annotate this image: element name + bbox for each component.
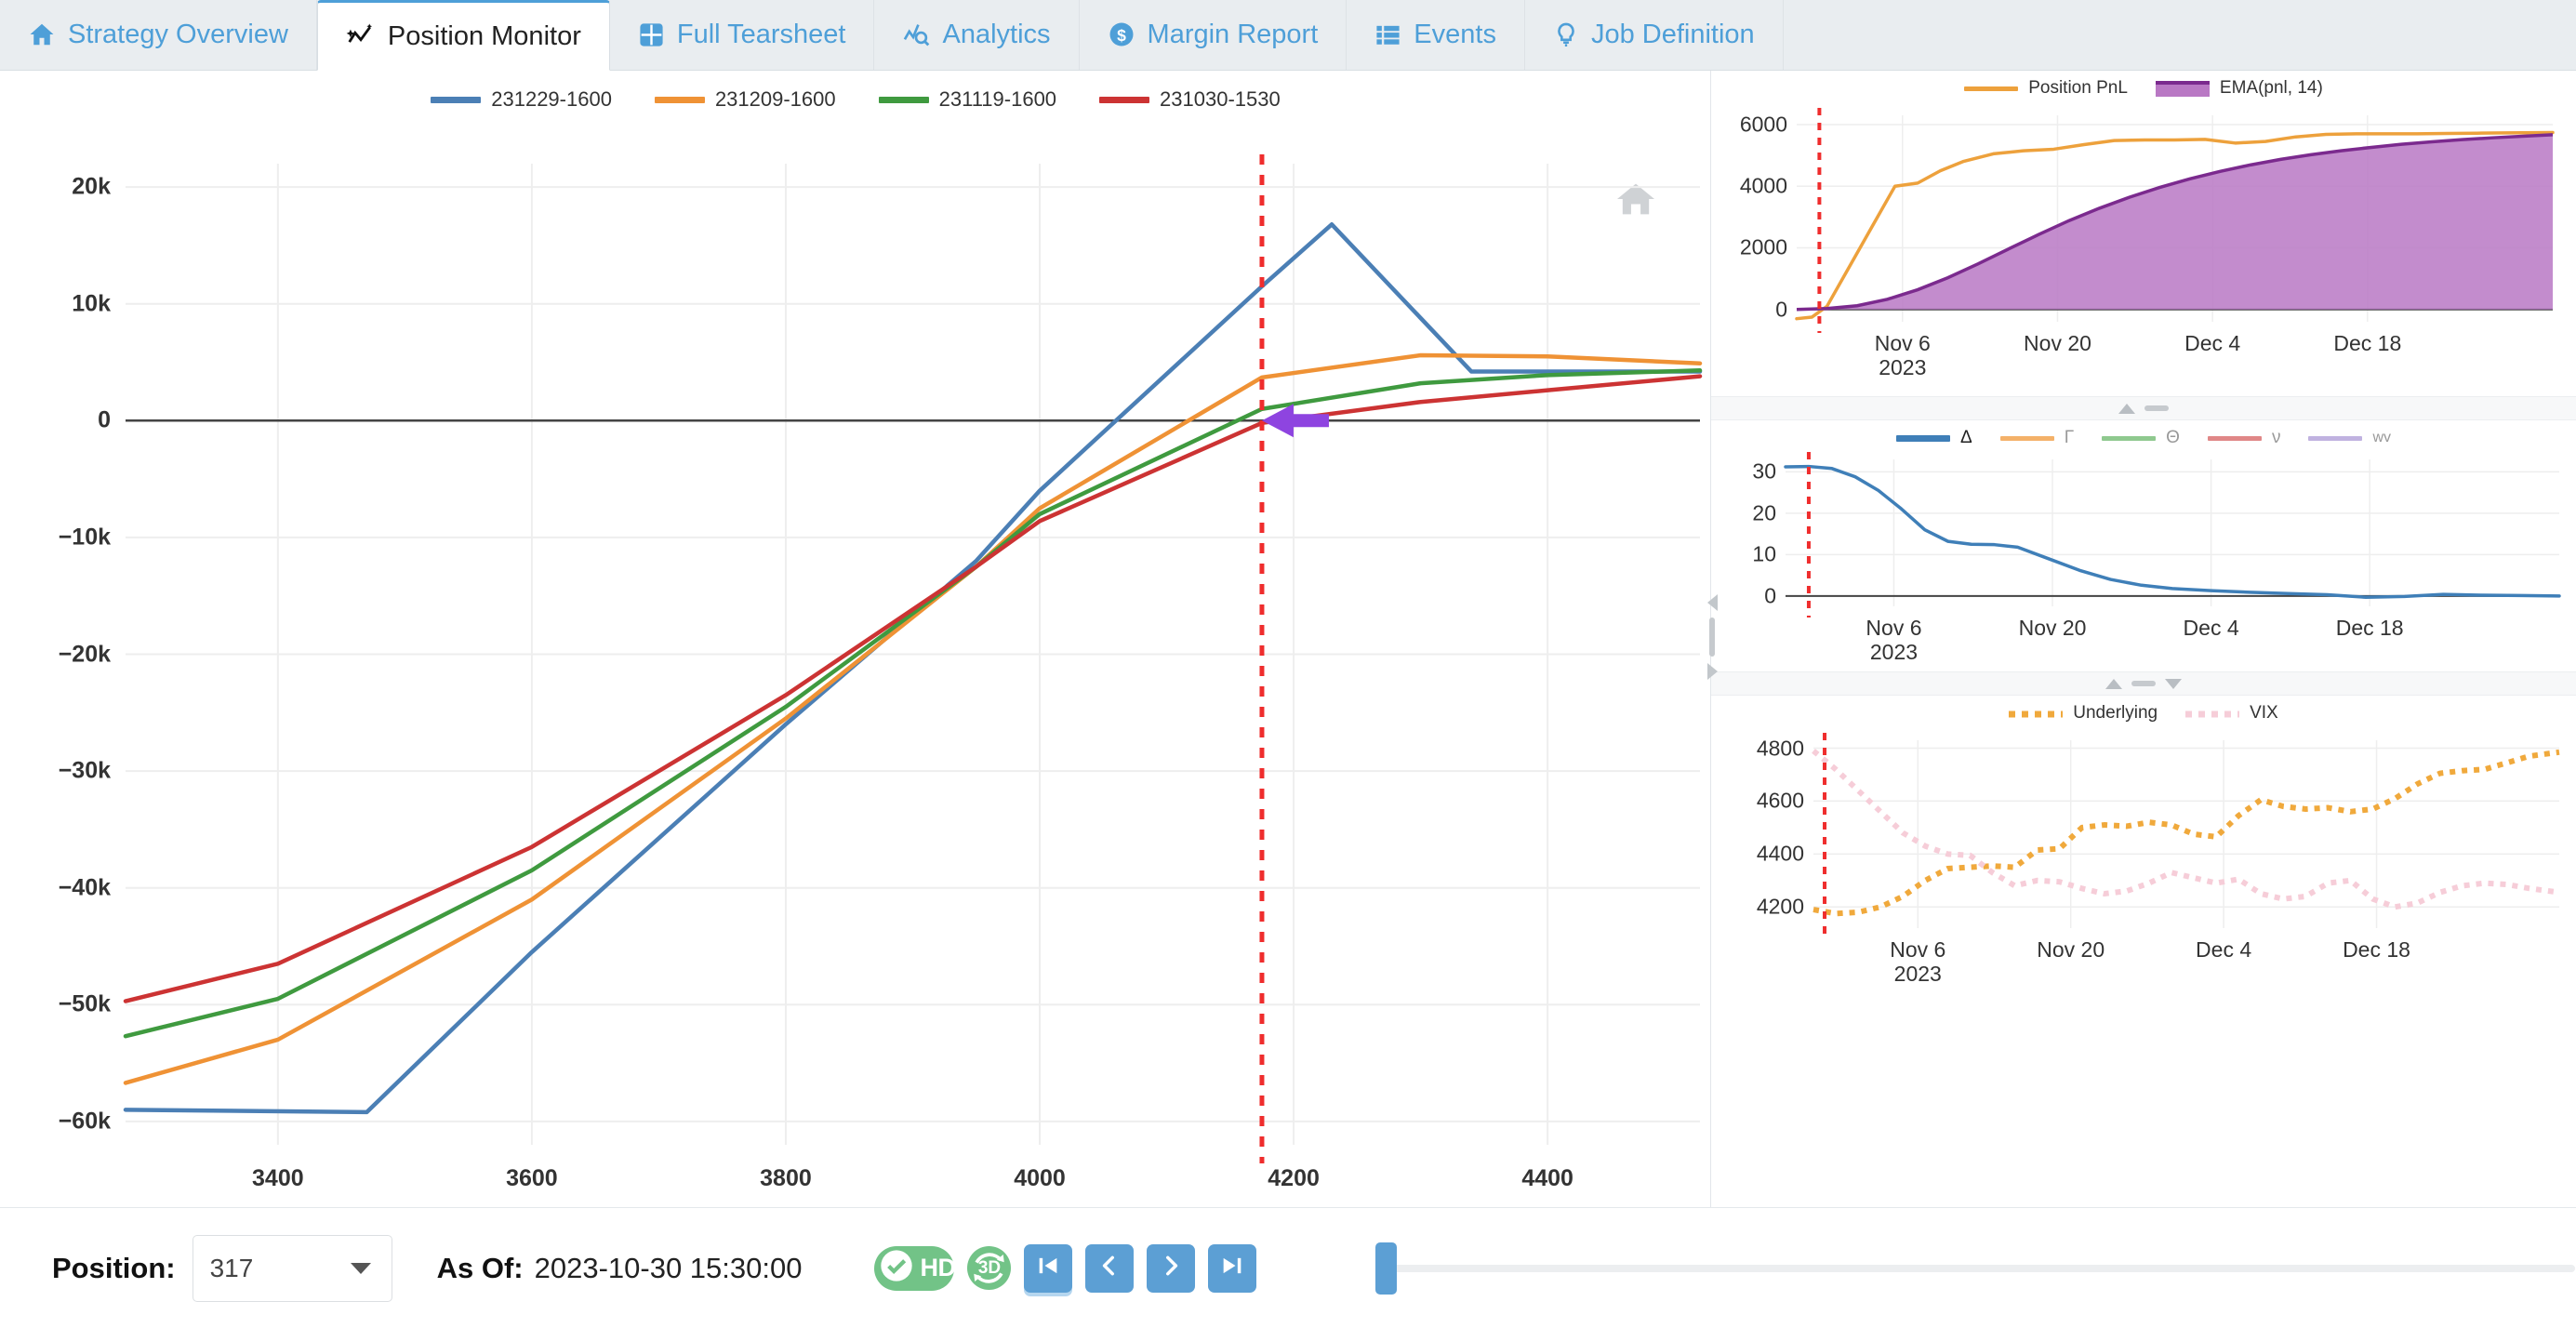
tab-label: Position Monitor	[387, 20, 581, 51]
market-plot-svg[interactable]	[1711, 696, 2576, 1012]
tab-job-definition[interactable]: Job Definition	[1525, 0, 1784, 70]
asof-label: As Of:	[436, 1251, 524, 1284]
column-splitter[interactable]	[1700, 577, 1724, 697]
position-select[interactable]: 317	[192, 1234, 392, 1302]
greeks-plot-svg[interactable]	[1711, 420, 2576, 671]
timeline-slider[interactable]	[1375, 1242, 2576, 1295]
asof-value: 2023-10-30 15:30:00	[534, 1251, 803, 1284]
tab-label: Margin Report	[1147, 19, 1319, 49]
tab-label: Events	[1414, 19, 1496, 49]
position-label: Position:	[52, 1251, 176, 1284]
position-value: 317	[209, 1253, 254, 1282]
analytics-magnify-icon	[902, 21, 930, 48]
pnl-plot-svg[interactable]	[1711, 71, 2576, 396]
lightbulb-icon	[1553, 20, 1579, 48]
step-forward-button[interactable]	[1147, 1243, 1196, 1293]
timeline-slider-handle[interactable]	[1375, 1242, 1398, 1295]
trend-sparkle-icon	[346, 22, 376, 50]
tab-strategy-overview[interactable]: Strategy Overview	[0, 0, 317, 70]
chevron-up-icon	[2105, 678, 2122, 689]
tab-label: Job Definition	[1590, 19, 1755, 49]
tab-events[interactable]: Events	[1347, 0, 1525, 70]
skip-to-start-icon	[1035, 1253, 1061, 1283]
skip-to-end-icon	[1219, 1253, 1245, 1283]
drag-handle-icon	[2131, 681, 2156, 686]
greeks-chart-panel: Δ Γ Θ ν wv 0 10 20 30 Nov 6 2023 Nov 20 Dec 4D…	[1711, 420, 2576, 671]
drag-handle-icon	[1709, 618, 1715, 657]
playback-toolbar: Position: 317 As Of: 2023-10-30 15:30:00…	[0, 1207, 2576, 1328]
drag-handle-icon	[2144, 405, 2169, 411]
payoff-plot-svg[interactable]	[0, 71, 1711, 1207]
dollar-circle-icon: $	[1108, 20, 1135, 48]
side-charts-column: Position PnL EMA(pnl, 14) 0 2000 4000 6000 …	[1711, 71, 2576, 1207]
step-back-button[interactable]	[1085, 1243, 1135, 1293]
payoff-chart-panel: 231229-1600 231209-1600 231119-1600 2310…	[0, 71, 1711, 1207]
tab-label: Analytics	[942, 19, 1051, 49]
step-forward-icon	[1159, 1254, 1183, 1282]
grid-icon	[638, 21, 665, 48]
chevron-down-icon	[350, 1262, 371, 1274]
chevron-down-icon	[2165, 678, 2182, 689]
pnl-greeks-splitter[interactable]	[1711, 396, 2576, 420]
rotate-3d-button[interactable]: 3D	[967, 1246, 1012, 1290]
tab-label: Full Tearsheet	[676, 19, 846, 49]
threed-label: 3D	[977, 1257, 1002, 1278]
tab-analytics[interactable]: Analytics	[874, 0, 1080, 70]
tab-margin-report[interactable]: $ Margin Report	[1080, 0, 1348, 70]
tab-position-monitor[interactable]: Position Monitor	[316, 0, 610, 71]
chevron-up-icon	[2118, 403, 2135, 414]
chevron-right-icon	[1706, 663, 1718, 680]
chevron-left-icon	[1706, 594, 1718, 611]
skip-to-end-button[interactable]	[1208, 1243, 1257, 1293]
home-icon	[28, 20, 56, 48]
step-back-icon	[1097, 1254, 1122, 1282]
hd-toggle-button[interactable]: HD	[874, 1245, 956, 1291]
greeks-market-splitter[interactable]	[1711, 671, 2576, 696]
hd-label: HD	[920, 1254, 956, 1282]
tab-label: Strategy Overview	[68, 19, 288, 49]
list-icon	[1374, 21, 1401, 48]
main-tab-bar: Strategy Overview Position Monitor Full …	[0, 0, 2576, 71]
skip-to-start-button[interactable]	[1024, 1243, 1073, 1293]
market-chart-panel: Underlying VIX 4200 4400 4600 4800 Nov 6 202…	[1711, 696, 2576, 1012]
check-circle-icon	[878, 1247, 915, 1289]
tab-full-tearsheet[interactable]: Full Tearsheet	[610, 0, 875, 70]
svg-text:$: $	[1117, 26, 1126, 45]
pnl-chart-panel: Position PnL EMA(pnl, 14) 0 2000 4000 6000 …	[1711, 71, 2576, 396]
